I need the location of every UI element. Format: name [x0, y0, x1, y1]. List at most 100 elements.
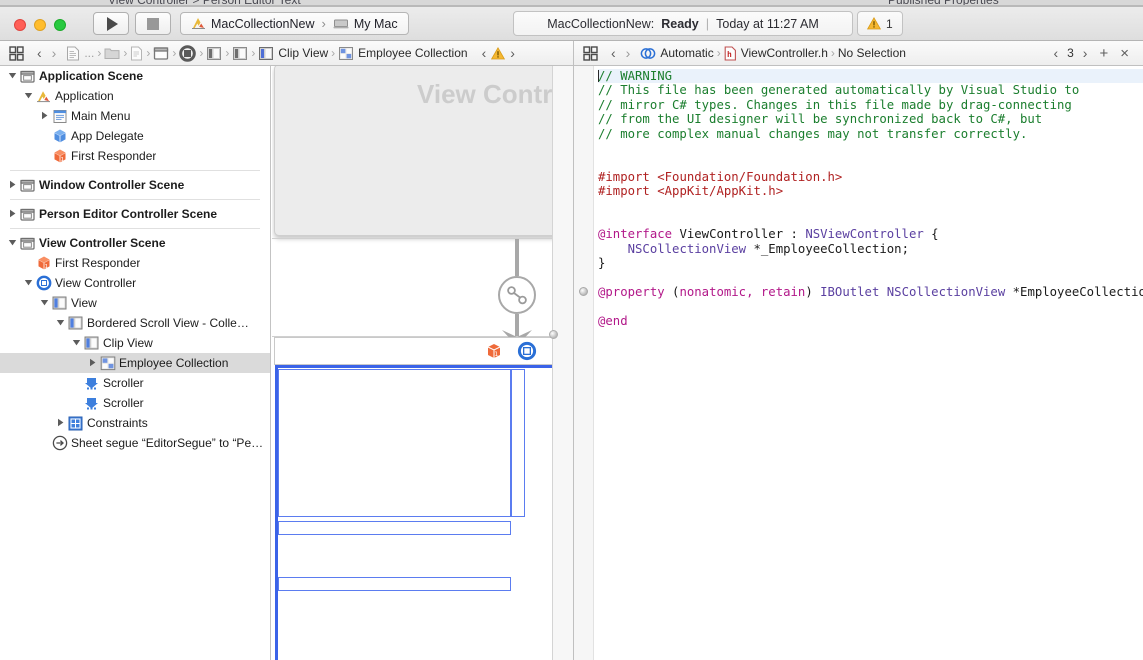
- breadcrumb-header-file[interactable]: h ViewController.h: [723, 46, 829, 61]
- outline-row-view-controller[interactable]: View Controller: [0, 273, 270, 293]
- disclosure-triangle-open-icon[interactable]: [22, 91, 35, 102]
- ib-issue-warning-icon[interactable]: [491, 47, 505, 60]
- stop-button[interactable]: [135, 12, 171, 35]
- status-bar[interactable]: MacCollectionNew: Ready | Today at 11:27…: [513, 11, 853, 36]
- breadcrumb-window[interactable]: [152, 46, 170, 61]
- code-line: #import <Foundation/Foundation.h>: [598, 170, 1143, 184]
- outline-row-constraints[interactable]: Constraints: [0, 413, 270, 433]
- close-window-button[interactable]: [14, 19, 26, 31]
- view-icon: [51, 296, 68, 310]
- outline-row-view[interactable]: View: [0, 293, 270, 313]
- scene-icon: [19, 69, 36, 84]
- close-editor-button[interactable]: ×: [1115, 45, 1134, 62]
- disclosure-triangle-closed-icon[interactable]: [38, 111, 51, 122]
- stop-icon: [147, 18, 159, 30]
- outline-row-main-menu[interactable]: Main Menu: [0, 106, 270, 126]
- zoom-window-button[interactable]: [54, 19, 66, 31]
- related-items-icon[interactable]: [583, 46, 598, 61]
- interface-builder-jumpbar: ‹ › ... › › ›: [0, 41, 573, 66]
- view-controller-preview[interactable]: View Contro: [274, 66, 572, 236]
- outline-row-window-controller-scene[interactable]: Window Controller Scene: [0, 175, 270, 195]
- clip-view-outline: [278, 369, 511, 517]
- disclosure-triangle-open-icon[interactable]: [38, 298, 51, 309]
- breadcrumb-no-selection[interactable]: No Selection: [837, 46, 907, 60]
- background-window-sliver: View Controller > Person Editor Text Pub…: [0, 0, 1143, 7]
- disclosure-triangle-closed-icon[interactable]: [6, 180, 19, 191]
- disclosure-triangle-open-icon[interactable]: [54, 318, 67, 329]
- editor-gutter-marker[interactable]: [579, 287, 588, 296]
- code-token: [879, 285, 886, 299]
- disclosure-triangle-open-icon[interactable]: [22, 278, 35, 289]
- minimize-window-button[interactable]: [34, 19, 46, 31]
- breadcrumb-folder[interactable]: [103, 46, 121, 60]
- folder-icon: [104, 46, 120, 60]
- code-line: // mirror C# types. Changes in this file…: [598, 98, 1143, 112]
- disclosure-triangle-open-icon[interactable]: [6, 71, 19, 82]
- disclosure-triangle-closed-icon[interactable]: [6, 209, 19, 220]
- document-outline[interactable]: Application SceneApplicationMain MenuApp…: [0, 66, 271, 660]
- code-line: // This file has been generated automati…: [598, 83, 1143, 97]
- code-token: }: [598, 256, 605, 270]
- canvas-scroll-strip[interactable]: [552, 66, 573, 660]
- disclosure-triangle-closed-icon[interactable]: [86, 358, 99, 369]
- source-editor[interactable]: // WARNING// This file has been generate…: [573, 66, 1143, 660]
- breadcrumb-file[interactable]: [129, 46, 144, 61]
- breadcrumb-view-controller[interactable]: [178, 45, 197, 62]
- editor-back-button[interactable]: ‹: [606, 45, 621, 61]
- editor-counter-prev-button[interactable]: ‹: [1048, 45, 1063, 61]
- crumb-sep: ›: [223, 46, 231, 60]
- outline-row-sheet-segue-editorsegue-to-pe[interactable]: Sheet segue “EditorSegue” to “Pe…: [0, 433, 270, 453]
- storyboard-canvas[interactable]: View Contro 1: [272, 66, 573, 660]
- collection-view-icon: [338, 46, 354, 61]
- outline-row-app-delegate[interactable]: App Delegate: [0, 126, 270, 146]
- outline-row-person-editor-controller-scene[interactable]: Person Editor Controller Scene: [0, 204, 270, 224]
- code-text[interactable]: // WARNING// This file has been generate…: [595, 66, 1143, 660]
- outline-row-clip-view[interactable]: Clip View: [0, 333, 270, 353]
- scroller-icon: [83, 396, 100, 411]
- view-controller-icon[interactable]: [517, 341, 537, 361]
- breadcrumb-scroll-view[interactable]: [231, 46, 249, 61]
- outline-row-first-responder[interactable]: 1First Responder: [0, 253, 270, 273]
- first-responder-icon[interactable]: 1: [485, 342, 503, 360]
- breadcrumb-automatic[interactable]: Automatic: [639, 46, 714, 61]
- outline-row-view-controller-scene[interactable]: View Controller Scene: [0, 233, 270, 253]
- run-button[interactable]: [93, 12, 129, 35]
- outline-row-label: View Controller Scene: [39, 236, 166, 250]
- outline-row-application[interactable]: Application: [0, 86, 270, 106]
- disclosure-triangle-open-icon[interactable]: [6, 238, 19, 249]
- add-editor-button[interactable]: +: [1094, 45, 1113, 62]
- breadcrumb-clip-view[interactable]: Clip View: [257, 46, 329, 61]
- toolbar: MacCollectionNew › My Mac MacCollectionN…: [0, 7, 1143, 41]
- code-line: [598, 213, 1143, 227]
- related-items-icon[interactable]: [9, 46, 24, 61]
- breadcrumb-split-view[interactable]: [205, 46, 223, 61]
- code-token: // from the UI designer will be synchron…: [598, 112, 1042, 126]
- outline-rows: Application SceneApplicationMain MenuApp…: [0, 66, 270, 453]
- code-line: [598, 155, 1143, 169]
- scheme-selector[interactable]: MacCollectionNew › My Mac: [180, 12, 409, 35]
- outline-row-first-responder[interactable]: 1First Responder: [0, 146, 270, 166]
- outline-row-scroller[interactable]: Scroller: [0, 393, 270, 413]
- code-token: ): [805, 285, 820, 299]
- ib-back-button[interactable]: ‹: [32, 45, 47, 61]
- disclosure-triangle-closed-icon[interactable]: [54, 418, 67, 429]
- disclosure-triangle-open-icon[interactable]: [70, 338, 83, 349]
- editor-forward-button[interactable]: ›: [621, 45, 636, 61]
- outline-row-scroller[interactable]: Scroller: [0, 373, 270, 393]
- editor-jumpbar: ‹ › Automatic › h ViewController.h › No …: [573, 41, 1143, 66]
- breadcrumb-employee-collection[interactable]: Employee Collection: [337, 46, 468, 61]
- editor-counter-next-button[interactable]: ›: [1078, 45, 1093, 61]
- outline-row-employee-collection[interactable]: Employee Collection: [0, 353, 270, 373]
- scheme-name: MacCollectionNew: [211, 17, 315, 31]
- window-controls[interactable]: [14, 19, 66, 31]
- ib-issue-next-button[interactable]: ›: [505, 45, 520, 61]
- scheme-destination: My Mac: [354, 17, 398, 31]
- issue-badge[interactable]: 1: [857, 11, 903, 36]
- editor-gutter[interactable]: [574, 66, 594, 660]
- outline-row-bordered-scroll-view-colle[interactable]: Bordered Scroll View - Colle…: [0, 313, 270, 333]
- code-line: #import <AppKit/AppKit.h>: [598, 184, 1143, 198]
- ib-issue-prev-button[interactable]: ‹: [477, 45, 492, 61]
- ib-forward-button[interactable]: ›: [47, 45, 62, 61]
- outline-row-application-scene[interactable]: Application Scene: [0, 66, 270, 86]
- breadcrumb-document[interactable]: ...: [65, 46, 95, 61]
